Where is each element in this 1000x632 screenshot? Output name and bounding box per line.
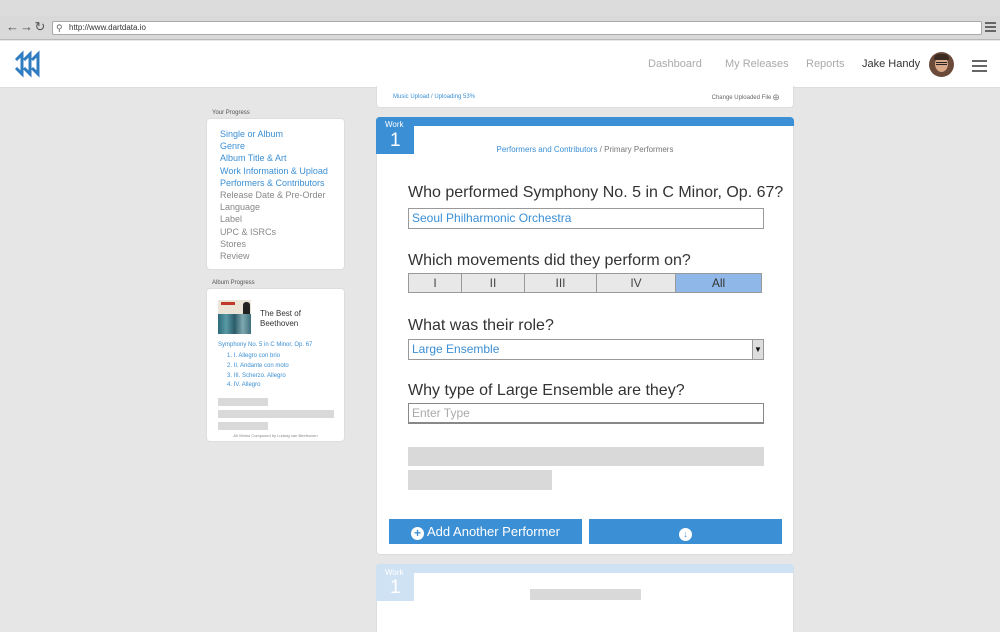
app-header: Dashboard My Releases Reports Jake Handy	[0, 41, 1000, 88]
step-language: Language	[220, 202, 261, 213]
placeholder-bar	[218, 410, 334, 418]
work-card-topbar	[376, 117, 794, 126]
step-review: Review	[220, 251, 250, 262]
question-movements: Which movements did they perform on?	[408, 252, 691, 269]
question-performer: Who performed Symphony No. 5 in C Minor,…	[408, 184, 784, 201]
upload-card: Music Upload / Uploading 53% Change Uplo…	[376, 86, 794, 108]
movement-option-i[interactable]: I	[409, 274, 462, 292]
placeholder-block	[408, 447, 764, 466]
role-select[interactable]: Large Ensemble ▼	[408, 339, 764, 360]
breadcrumb-performers-link[interactable]: Performers and Contributors	[497, 145, 598, 154]
placeholder-block	[408, 470, 552, 490]
progress-title: Your Progress	[212, 110, 250, 116]
movement-option-iii[interactable]: III	[525, 274, 597, 292]
user-name[interactable]: Jake Handy	[862, 58, 920, 70]
search-icon: ⚲	[56, 23, 63, 33]
next-button[interactable]: ↓	[589, 519, 782, 544]
work-card-next: Work 1	[376, 564, 794, 632]
album-cover-image	[218, 300, 251, 334]
role-select-value: Large Ensemble	[412, 342, 500, 356]
step-album-title-art[interactable]: Album Title & Art	[220, 152, 344, 164]
progress-panel: Single or Album Genre Album Title & Art …	[206, 118, 345, 270]
add-performer-label: Add Another Performer	[427, 524, 560, 539]
nav-my-releases[interactable]: My Releases	[725, 58, 789, 70]
caret-down-icon: ▼	[752, 340, 763, 359]
avatar-glasses	[936, 62, 947, 65]
movement-item[interactable]: 4. IV. Allegro	[227, 381, 289, 391]
placeholder-bar	[218, 398, 268, 406]
work-tab-label: Work	[385, 120, 404, 129]
work-card-next-topbar	[376, 564, 794, 573]
album-progress-panel: The Best of Beethoven Symphony No. 5 in …	[206, 288, 345, 442]
step-stores: Stores	[220, 238, 247, 249]
change-file-label: Change Uploaded File	[711, 95, 772, 101]
progress-steps: Single or Album Genre Album Title & Art …	[220, 128, 344, 262]
back-arrow-icon[interactable]: ←	[6, 20, 19, 34]
performer-input[interactable]: Seoul Philharmonic Orchestra	[408, 208, 764, 229]
step-upc-isrcs: UPC & ISRCs	[220, 226, 277, 237]
movement-option-all[interactable]: All	[676, 274, 761, 292]
nav-reports[interactable]: Reports	[806, 58, 845, 70]
movement-option-iv[interactable]: IV	[597, 274, 676, 292]
upload-status: Music Upload / Uploading 53%	[393, 94, 476, 100]
browser-chrome: ← → ↻ ⚲ http://www.dartdata.io	[0, 0, 1000, 40]
movement-item[interactable]: 2. II. Andante con moto	[227, 362, 289, 372]
circle-arrow-icon: ⨁	[773, 95, 779, 101]
movement-option-ii[interactable]: II	[462, 274, 525, 292]
browser-title-strip	[0, 0, 1000, 16]
arrow-down-circle-icon: ↓	[679, 528, 692, 541]
question-role: What was their role?	[408, 317, 554, 334]
work-tab-next-number: 1	[390, 577, 401, 598]
nav-dashboard[interactable]: Dashboard	[648, 58, 702, 70]
address-bar[interactable]: ⚲ http://www.dartdata.io	[52, 21, 982, 35]
movement-item[interactable]: 3. III. Scherzo. Allegro	[227, 372, 289, 382]
album-work-title[interactable]: Symphony No. 5 in C Minor, Op. 67	[218, 342, 312, 348]
browser-menu-icon[interactable]	[985, 20, 996, 34]
step-single-or-album[interactable]: Single or Album	[220, 128, 344, 140]
placeholder-bar	[218, 422, 268, 430]
breadcrumb-current: Primary Performers	[604, 145, 674, 154]
avatar-hair	[934, 54, 949, 60]
work-tab-next: Work 1	[376, 564, 414, 601]
step-release-date: Release Date & Pre-Order	[220, 190, 326, 201]
movement-item[interactable]: 1. I. Allegro con brio	[227, 352, 289, 362]
album-progress-title: Album Progress	[212, 280, 255, 286]
work-card: Work 1 Performers and Contributors / Pri…	[376, 117, 794, 555]
plus-circle-icon: +	[411, 527, 425, 540]
step-work-information[interactable]: Work Information & Upload	[220, 165, 344, 177]
hamburger-menu-icon[interactable]	[972, 60, 987, 73]
question-ensemble-type: Why type of Large Ensemble are they?	[408, 382, 685, 399]
album-footer: All Works Composed by Ludwig van Beethov…	[233, 433, 318, 438]
forward-arrow-icon[interactable]: →	[20, 20, 33, 34]
dartdata-logo-icon[interactable]	[14, 50, 40, 78]
album-title: The Best of Beethoven	[260, 309, 301, 328]
address-bar-url: http://www.dartdata.io	[69, 23, 146, 32]
work-tab-next-label: Work	[385, 568, 404, 577]
placeholder-block	[530, 589, 641, 600]
change-uploaded-file-link[interactable]: Change Uploaded File ⨁	[712, 94, 779, 101]
add-another-performer-button[interactable]: + Add Another Performer	[389, 519, 582, 544]
ensemble-type-input[interactable]: Enter Type	[408, 403, 764, 424]
reload-icon[interactable]: ↻	[34, 20, 46, 34]
movements-segmented-control: I II III IV All	[408, 273, 762, 293]
step-genre[interactable]: Genre	[220, 140, 344, 152]
album-movements: 1. I. Allegro con brio 2. II. Andante co…	[227, 352, 289, 391]
avatar[interactable]	[929, 52, 954, 77]
step-performers[interactable]: Performers & Contributors	[220, 177, 344, 189]
step-label: Label	[220, 214, 243, 225]
breadcrumb: Performers and Contributors / Primary Pe…	[377, 145, 793, 154]
